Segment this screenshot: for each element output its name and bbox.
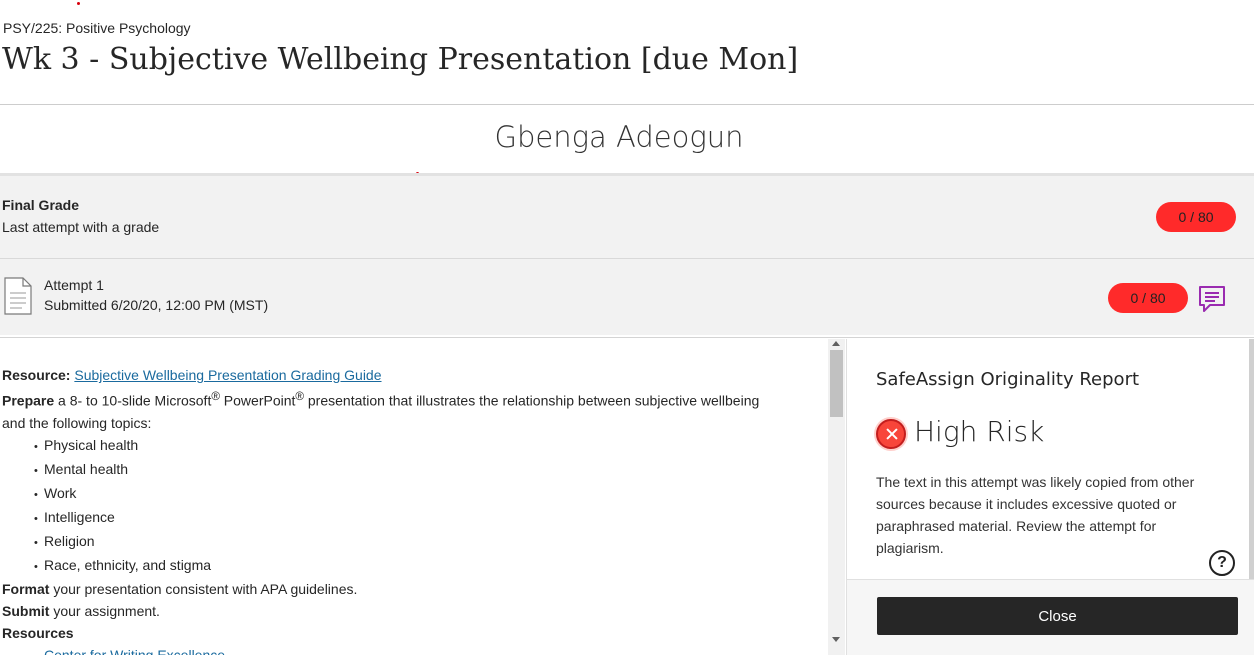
student-name: Gbenga Adeogun bbox=[494, 120, 744, 154]
document-icon bbox=[4, 277, 32, 315]
resources-heading: Resources bbox=[2, 624, 74, 641]
submit-line: Submit your assignment. bbox=[2, 600, 762, 622]
risk-level-label: High Risk bbox=[914, 415, 1045, 448]
grade-panel: Final Grade Last attempt with a grade 0 … bbox=[0, 173, 1254, 338]
attempt-label[interactable]: Attempt 1 bbox=[44, 277, 104, 293]
attempt-score-badge[interactable]: 0 / 80 bbox=[1108, 283, 1188, 313]
registered-mark: ® bbox=[211, 390, 220, 403]
resource-label: Resource: bbox=[2, 367, 71, 383]
assignment-instructions: Resource: Subjective Wellbeing Presentat… bbox=[0, 339, 828, 655]
submit-text: your assignment. bbox=[49, 602, 160, 619]
list-item: Religion bbox=[34, 530, 762, 554]
header-divider bbox=[0, 104, 1254, 105]
help-icon[interactable]: ? bbox=[1209, 550, 1235, 576]
registered-mark: ® bbox=[295, 390, 304, 403]
close-button[interactable]: Close bbox=[877, 597, 1238, 635]
prepare-text: a 8- to 10-slide Microsoft bbox=[54, 392, 212, 409]
safeassign-panel: SafeAssign Originality Report High Risk … bbox=[846, 339, 1254, 655]
grading-guide-link[interactable]: Subjective Wellbeing Presentation Gradin… bbox=[74, 367, 381, 383]
writing-center-link[interactable]: Center for Writing Excellence bbox=[44, 647, 225, 655]
list-item: Mental health bbox=[34, 458, 762, 482]
prepare-line: Prepare a 8- to 10-slide Microsoft® Powe… bbox=[2, 386, 762, 434]
list-item: Race, ethnicity, and stigma bbox=[34, 554, 762, 578]
attempt-row[interactable]: Attempt 1 Submitted 6/20/20, 12:00 PM (M… bbox=[0, 259, 1254, 338]
panel-scrollbar[interactable] bbox=[1249, 339, 1254, 579]
scroll-down-arrow-icon[interactable] bbox=[832, 637, 840, 642]
submit-label: Submit bbox=[2, 602, 50, 619]
final-grade-score-badge[interactable]: 0 / 80 bbox=[1156, 202, 1236, 232]
decorative-dot bbox=[77, 2, 80, 5]
format-label: Format bbox=[2, 580, 50, 597]
safeassign-heading: SafeAssign Originality Report bbox=[876, 369, 1140, 390]
resource-line: Resource: Subjective Wellbeing Presentat… bbox=[2, 364, 762, 386]
prepare-label: Prepare bbox=[2, 392, 55, 409]
list-item: Physical health bbox=[34, 434, 762, 458]
topics-list: Physical health Mental health Work Intel… bbox=[2, 434, 762, 578]
feedback-comment-icon[interactable] bbox=[1198, 285, 1226, 313]
resources-list: Center for Writing Excellence bbox=[2, 644, 762, 655]
list-item: Work bbox=[34, 482, 762, 506]
page-title: Wk 3 - Subjective Wellbeing Presentation… bbox=[2, 42, 799, 77]
final-grade-label: Final Grade bbox=[2, 197, 80, 213]
scroll-up-arrow-icon[interactable] bbox=[832, 341, 840, 346]
course-label: PSY/225: Positive Psychology bbox=[3, 20, 191, 36]
format-line: Format your presentation consistent with… bbox=[2, 578, 762, 600]
list-item: Center for Writing Excellence bbox=[34, 644, 762, 655]
scrollbar-thumb[interactable] bbox=[830, 350, 843, 417]
safeassign-footer: Close bbox=[847, 579, 1254, 655]
final-grade-row: Final Grade Last attempt with a grade 0 … bbox=[0, 176, 1254, 259]
list-item: Intelligence bbox=[34, 506, 762, 530]
final-grade-sublabel: Last attempt with a grade bbox=[2, 219, 160, 235]
risk-description: The text in this attempt was likely copi… bbox=[876, 474, 1195, 556]
prepare-text: PowerPoint bbox=[219, 392, 296, 409]
format-text: your presentation consistent with APA gu… bbox=[49, 580, 358, 597]
attempt-submitted-date: Submitted 6/20/20, 12:00 PM (MST) bbox=[44, 297, 269, 313]
high-risk-icon bbox=[876, 419, 906, 449]
